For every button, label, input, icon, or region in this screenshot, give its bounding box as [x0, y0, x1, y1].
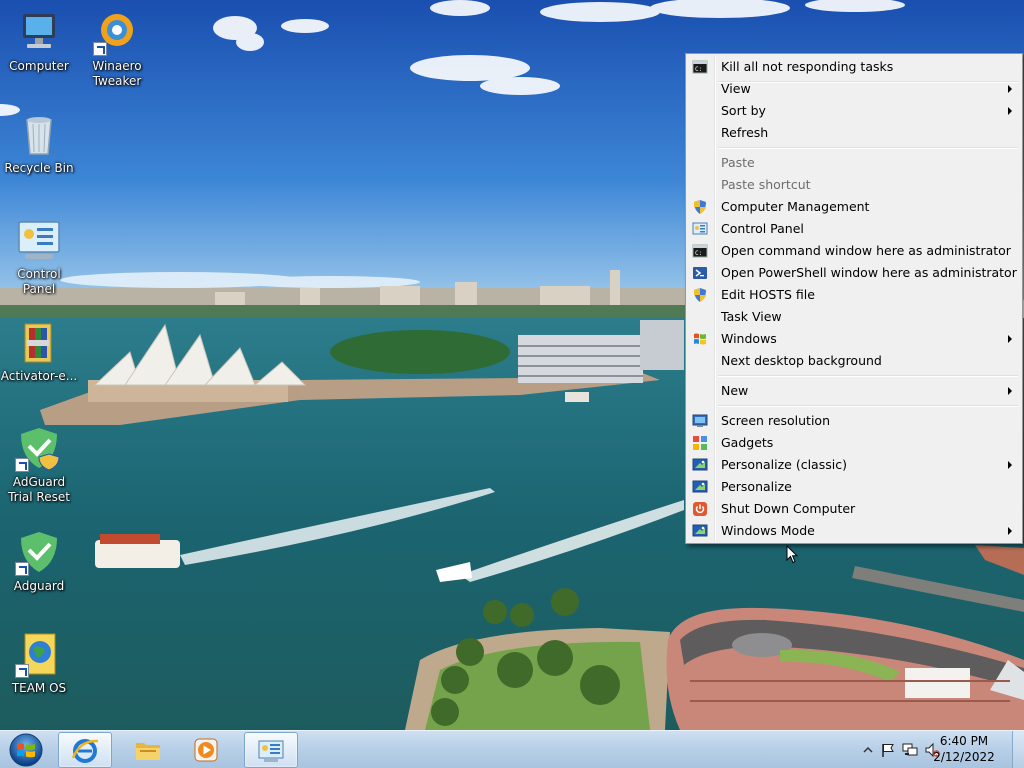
submenu-arrow-icon [1008, 107, 1012, 115]
file-explorer-icon [136, 743, 160, 760]
monitor-icon [692, 414, 708, 427]
submenu-arrow-icon [1008, 335, 1012, 343]
menu-item-paste[interactable]: Paste [688, 152, 1020, 174]
uac-shield-icon [694, 200, 706, 214]
taskbar-clock[interactable]: 6:40 PM 2/12/2022 [928, 733, 1000, 765]
internet-explorer-icon [71, 739, 99, 763]
menu-item-windows[interactable]: Windows [688, 328, 1020, 350]
show-hidden-icons-chevron-icon[interactable] [860, 742, 876, 758]
system-tray: 6:40 PM 2/12/2022 [844, 731, 1024, 768]
menu-item-control-panel[interactable]: Control Panel [688, 218, 1020, 240]
desktop-icon-adguard-trial-reset[interactable]: AdGuard Trial Reset [0, 424, 78, 505]
desktop-icon-label: AdGuard Trial Reset [8, 475, 70, 504]
desktop-icon-label: TEAM OS [11, 681, 67, 695]
menu-item-refresh[interactable]: Refresh [688, 122, 1020, 144]
menu-item-task-view[interactable]: Task View [688, 306, 1020, 328]
shortcut-arrow-icon [15, 458, 29, 472]
menu-item-view[interactable]: View [688, 78, 1020, 100]
menu-item-sort-by[interactable]: Sort by [688, 100, 1020, 122]
desktop-icon-winaero-tweaker[interactable]: Winaero Tweaker [78, 8, 156, 89]
desktop-icon-label: Winaero Tweaker [92, 59, 142, 88]
archive-icon [15, 318, 63, 366]
media-player-icon [194, 738, 218, 762]
desktop-context-menu: C: Kill all not responding tasks View So… [685, 53, 1023, 544]
shortcut-arrow-icon [93, 42, 107, 56]
menu-item-new[interactable]: New [688, 380, 1020, 402]
desktop-icon-computer[interactable]: Computer [0, 8, 78, 74]
adguard-shield-icon [15, 424, 63, 472]
personalize-icon [692, 458, 708, 471]
start-button[interactable] [4, 732, 48, 768]
control-panel-icon [258, 740, 284, 762]
powershell-icon [693, 267, 707, 279]
menu-item-computer-management[interactable]: Computer Management [688, 196, 1020, 218]
desktop-icon-activator[interactable]: Activator-e... [0, 318, 78, 384]
menu-separator [688, 144, 1020, 152]
taskbar-file-explorer[interactable] [122, 732, 176, 768]
menu-item-personalize-classic[interactable]: Personalize (classic) [688, 454, 1020, 476]
control-panel-icon [15, 216, 63, 264]
personalize-icon [692, 524, 708, 537]
submenu-arrow-icon [1008, 527, 1012, 535]
desktop-icon-label: Activator-e... [0, 369, 78, 383]
power-icon [693, 502, 707, 516]
desktop-icon-label: Adguard [13, 579, 65, 593]
windows-flag-icon [694, 333, 706, 345]
desktop-icon-team-os[interactable]: TEAM OS [0, 630, 78, 696]
desktop-icon-label: Recycle Bin [4, 161, 74, 175]
svg-text:C:: C: [695, 66, 702, 73]
menu-item-paste-shortcut[interactable]: Paste shortcut [688, 174, 1020, 196]
show-desktop-button[interactable] [1012, 731, 1024, 768]
taskbar: 6:40 PM 2/12/2022 [0, 730, 1024, 768]
clock-date: 2/12/2022 [933, 750, 995, 764]
windows-orb-icon [9, 733, 43, 767]
desktop-icon-adguard[interactable]: Adguard [0, 528, 78, 594]
cmd-icon: C: [692, 60, 708, 74]
taskbar-media-player[interactable] [180, 732, 234, 768]
submenu-arrow-icon [1008, 461, 1012, 469]
desktop-icon-label: Computer [9, 59, 69, 73]
desktop-icon-recycle-bin[interactable]: Recycle Bin [0, 110, 78, 176]
uac-shield-icon [694, 288, 706, 302]
taskbar-control-panel[interactable] [244, 732, 298, 768]
control-panel-icon [692, 222, 708, 235]
cmd-icon: C: [692, 244, 708, 258]
menu-item-open-cmd-admin[interactable]: C: Open command window here as administr… [688, 240, 1020, 262]
submenu-arrow-icon [1008, 387, 1012, 395]
computer-icon [15, 8, 63, 56]
menu-item-next-desktop-background[interactable]: Next desktop background [688, 350, 1020, 372]
shortcut-arrow-icon [15, 562, 29, 576]
desktop-icon-control-panel[interactable]: Control Panel [0, 216, 78, 297]
menu-item-kill-not-responding[interactable]: C: Kill all not responding tasks [688, 56, 1020, 78]
menu-item-screen-resolution[interactable]: Screen resolution [688, 410, 1020, 432]
winaero-tweaker-icon [93, 8, 141, 56]
shortcut-arrow-icon [15, 664, 29, 678]
menu-item-gadgets[interactable]: Gadgets [688, 432, 1020, 454]
mouse-cursor-icon [786, 545, 798, 564]
desktop-icon-label: Control Panel [17, 267, 61, 296]
menu-item-open-powershell-admin[interactable]: Open PowerShell window here as administr… [688, 262, 1020, 284]
menu-item-windows-mode[interactable]: Windows Mode [688, 520, 1020, 542]
team-os-globe-icon [15, 630, 63, 678]
menu-separator [688, 372, 1020, 380]
adguard-shield-icon [15, 528, 63, 576]
gadgets-icon [693, 436, 707, 450]
recycle-bin-icon [15, 110, 63, 158]
svg-text:C:: C: [695, 250, 702, 257]
submenu-arrow-icon [1008, 85, 1012, 93]
menu-item-edit-hosts[interactable]: Edit HOSTS file [688, 284, 1020, 306]
menu-item-shut-down[interactable]: Shut Down Computer [688, 498, 1020, 520]
clock-time: 6:40 PM [939, 734, 989, 748]
network-icon[interactable] [902, 742, 918, 758]
menu-separator [688, 402, 1020, 410]
action-center-flag-icon[interactable] [880, 742, 896, 758]
menu-item-personalize[interactable]: Personalize [688, 476, 1020, 498]
taskbar-internet-explorer[interactable] [58, 732, 112, 768]
personalize-icon [692, 480, 708, 493]
